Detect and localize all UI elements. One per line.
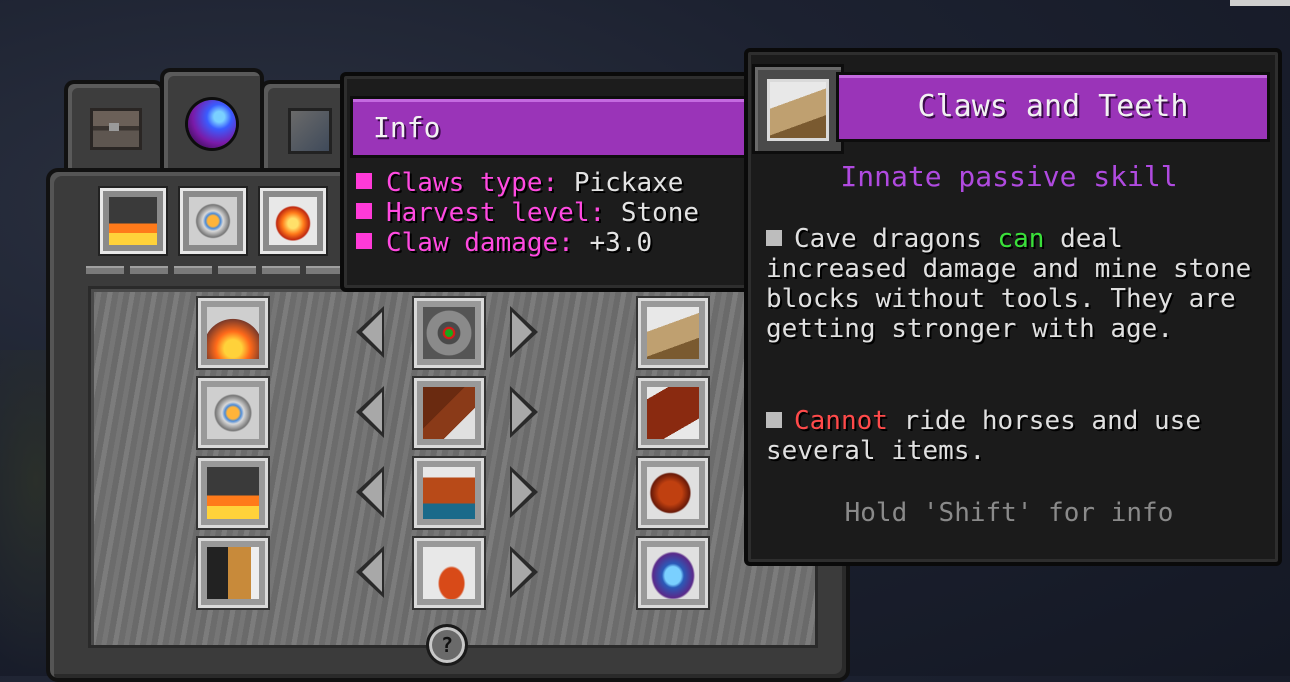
skill-tooltip-header: Claws and Teeth bbox=[836, 72, 1270, 142]
info-line-harvest-level: Harvest level: Stone bbox=[356, 198, 699, 228]
increase-arrow-2[interactable] bbox=[510, 386, 538, 438]
increase-arrow-3[interactable] bbox=[510, 466, 538, 518]
bullet-icon bbox=[766, 230, 782, 246]
dragon-claw-icon bbox=[423, 547, 475, 599]
dragon-leg-icon bbox=[423, 387, 475, 439]
dragon-wing-icon bbox=[647, 387, 699, 439]
fire-shield-icon bbox=[207, 387, 259, 439]
fire-shard-icon bbox=[207, 307, 259, 359]
tab-dragon-abilities[interactable] bbox=[160, 68, 264, 184]
info-line-claws-type: Claws type: Pickaxe bbox=[356, 168, 683, 198]
dragon-head-icon bbox=[647, 467, 699, 519]
decrease-arrow-1[interactable] bbox=[356, 306, 384, 358]
tab-inventory[interactable] bbox=[64, 80, 164, 174]
skill-description-1: Cave dragons can deal increased damage a… bbox=[766, 224, 1252, 344]
skill-slot-rune[interactable] bbox=[414, 298, 484, 368]
pickaxe-claw-icon bbox=[767, 79, 829, 141]
lava-smoke-icon bbox=[109, 197, 157, 245]
flame-icon bbox=[269, 197, 317, 245]
innate-slot-wings[interactable] bbox=[638, 378, 708, 448]
lava-smoke-icon bbox=[207, 467, 259, 519]
book-icon bbox=[288, 108, 332, 154]
innate-slot-water[interactable] bbox=[638, 538, 708, 608]
innate-slot-claws[interactable] bbox=[638, 298, 708, 368]
fire-shield-icon bbox=[189, 197, 237, 245]
increase-arrow-4[interactable] bbox=[510, 546, 538, 598]
help-button[interactable]: ? bbox=[426, 624, 468, 666]
skill-slot-claw[interactable] bbox=[414, 538, 484, 608]
info-tooltip-title: Info bbox=[373, 111, 441, 144]
screen-corner-mark bbox=[1230, 0, 1290, 6]
info-line-claw-damage: Claw damage: +3.0 bbox=[356, 228, 652, 258]
skill-subtitle: Innate passive skill bbox=[840, 160, 1178, 193]
increase-arrow-1[interactable] bbox=[510, 306, 538, 358]
top-ability-shield[interactable] bbox=[180, 188, 246, 254]
passive-slot-shield[interactable] bbox=[198, 378, 268, 448]
skill-slot-leg[interactable] bbox=[414, 378, 484, 448]
scroll-icon bbox=[207, 547, 259, 599]
bullet-icon bbox=[766, 412, 782, 428]
shift-hint: Hold 'Shift' for info bbox=[844, 498, 1174, 528]
bullet-icon bbox=[356, 173, 372, 189]
skill-description-2: Cannot ride horses and use several items… bbox=[766, 406, 1201, 466]
passive-slot-lava[interactable] bbox=[198, 458, 268, 528]
decrease-arrow-2[interactable] bbox=[356, 386, 384, 438]
skill-title: Claws and Teeth bbox=[917, 89, 1189, 124]
skill-icon-frame bbox=[752, 64, 844, 154]
innate-slot-head[interactable] bbox=[638, 458, 708, 528]
top-ability-flame[interactable] bbox=[260, 188, 326, 254]
chest-icon bbox=[90, 108, 142, 150]
passive-slot-fire[interactable] bbox=[198, 298, 268, 368]
decrease-arrow-4[interactable] bbox=[356, 546, 384, 598]
dragon-body-icon bbox=[423, 467, 475, 519]
bullet-icon bbox=[356, 203, 372, 219]
bullet-icon bbox=[356, 233, 372, 249]
passive-slot-scroll[interactable] bbox=[198, 538, 268, 608]
water-drop-icon bbox=[647, 547, 699, 599]
info-tooltip-header: Info bbox=[350, 96, 776, 158]
decrease-arrow-3[interactable] bbox=[356, 466, 384, 518]
top-ability-lava[interactable] bbox=[100, 188, 166, 254]
pickaxe-claw-icon bbox=[647, 307, 699, 359]
tab-encyclopedia[interactable] bbox=[260, 80, 352, 174]
diamond-rune-icon bbox=[423, 307, 475, 359]
dragon-orb-icon bbox=[188, 100, 236, 148]
experience-bar bbox=[86, 266, 344, 274]
skill-slot-dragon[interactable] bbox=[414, 458, 484, 528]
